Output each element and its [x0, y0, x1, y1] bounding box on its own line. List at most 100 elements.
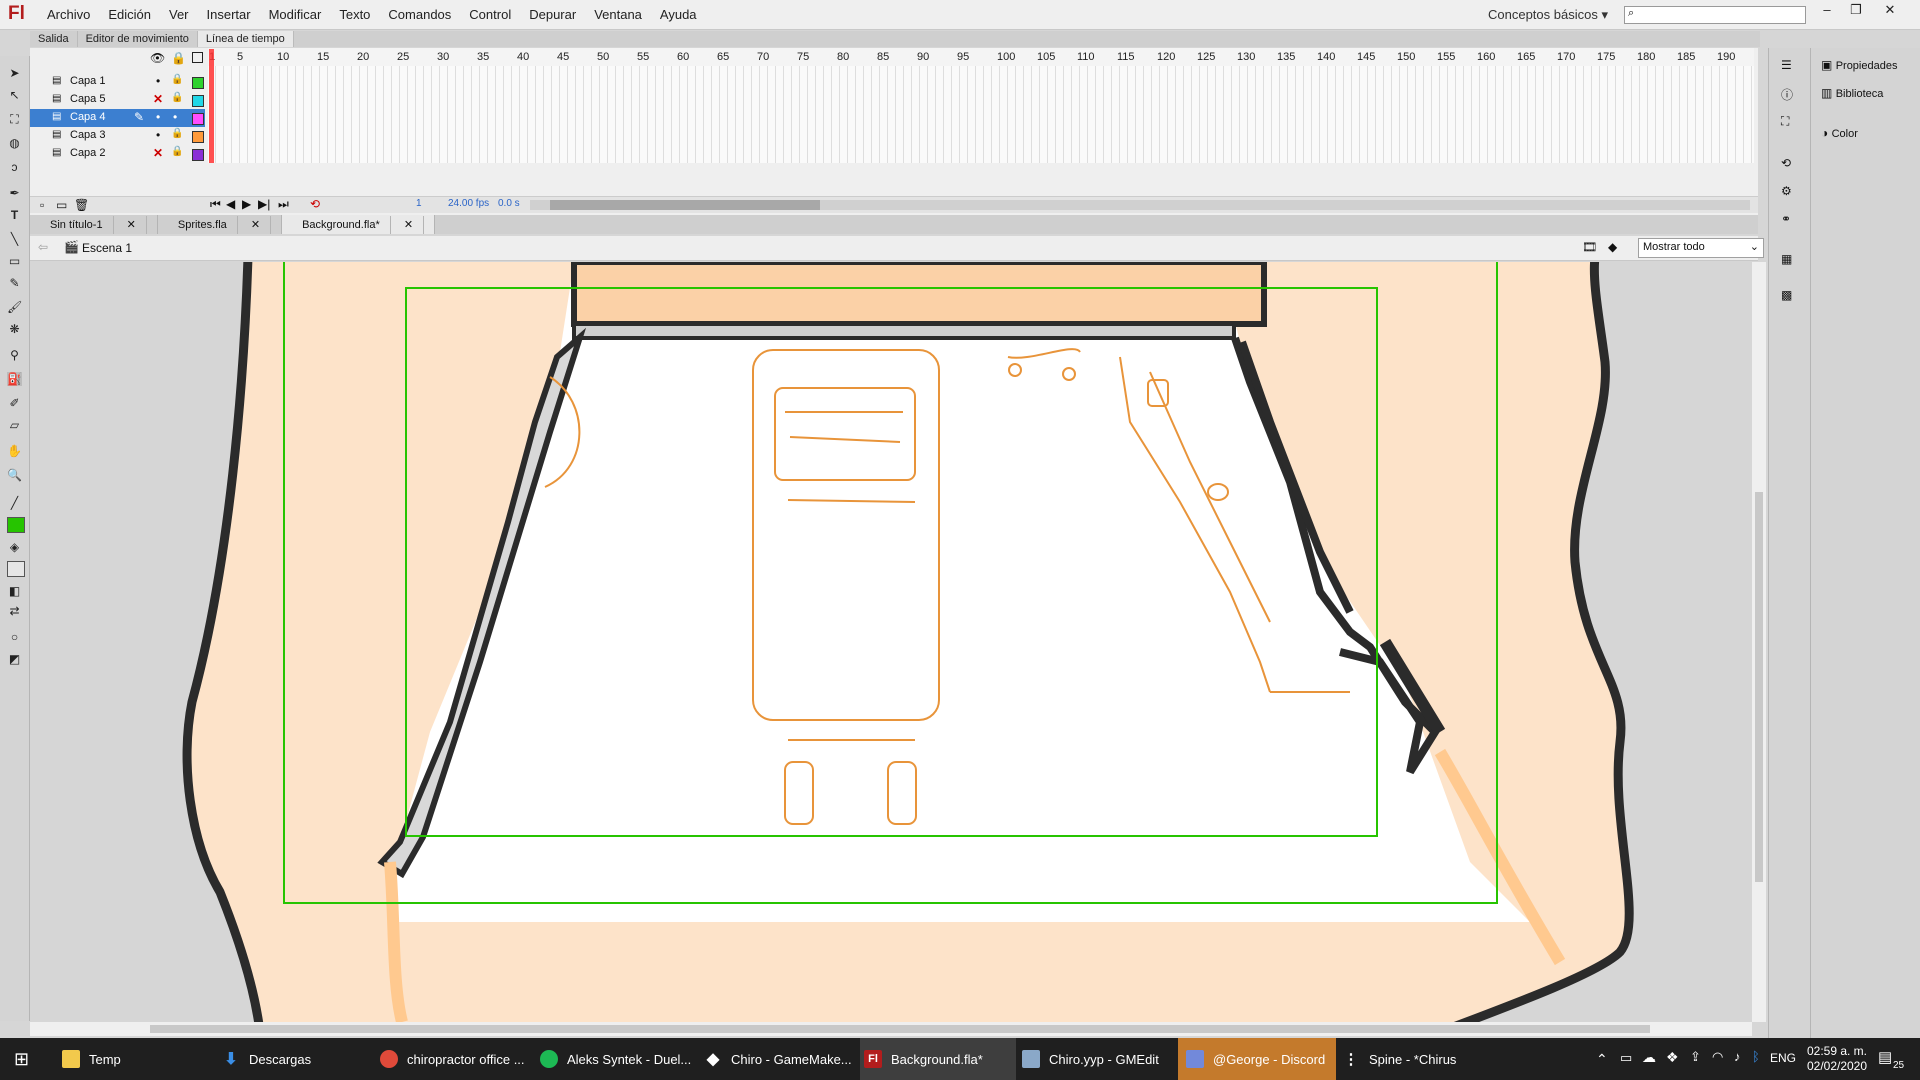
lock-icon[interactable]: 🔒 [171, 92, 183, 103]
text-tool-icon[interactable]: T [7, 208, 22, 222]
menu-ayuda[interactable]: Ayuda [651, 0, 706, 29]
visible-dot-icon[interactable]: • [156, 110, 160, 124]
pencil-tool-icon[interactable]: ✎ [7, 276, 22, 290]
swap-colors-icon[interactable]: ⇄ [7, 604, 22, 618]
rectangle-tool-icon[interactable]: ▭ [7, 254, 22, 268]
lock-icon[interactable]: 🔒 [171, 51, 186, 65]
taskbar-item[interactable]: Chiro.yyp - GMEdit [1022, 1038, 1172, 1080]
lasso-tool-icon[interactable]: ↄ [7, 160, 22, 174]
scroll-thumb[interactable] [1755, 492, 1763, 882]
layer-row[interactable]: ▤ Capa 3 • 🔒 [30, 127, 205, 145]
components-icon[interactable]: ⚙ [1781, 184, 1792, 198]
color-item[interactable]: ◑ Color [1821, 126, 1858, 140]
last-frame-icon[interactable]: ⏭ [278, 197, 289, 212]
taskbar-item[interactable]: ⋮ Spine - *Chirus [1342, 1038, 1492, 1080]
menu-edicion[interactable]: Edición [99, 0, 160, 29]
volume-icon[interactable]: ♪ [1734, 1049, 1741, 1064]
stroke-color-swatch[interactable] [7, 517, 25, 533]
3d-rotation-tool-icon[interactable]: ◍ [7, 136, 22, 150]
layer-color-swatch[interactable] [192, 77, 204, 89]
new-folder-icon[interactable]: ▭ [56, 198, 67, 212]
lock-icon[interactable]: 🔒 [171, 146, 183, 157]
stage-drawing[interactable] [30, 262, 1752, 1022]
edit-scene-icon[interactable]: 🎞 [1582, 240, 1597, 254]
menu-ver[interactable]: Ver [160, 0, 198, 29]
language-indicator[interactable]: ENG [1770, 1051, 1796, 1065]
menu-texto[interactable]: Texto [330, 0, 379, 29]
taskbar-item[interactable]: Aleks Syntek - Duel... [540, 1038, 695, 1080]
frame-ruler[interactable]: 1510152025303540455055606570758085909510… [208, 48, 1754, 66]
line-tool-icon[interactable]: ╲ [7, 232, 22, 246]
tab-editor-movimiento[interactable]: Editor de movimiento [78, 31, 198, 47]
transform-panel-icon[interactable]: ⛶ [1781, 114, 1789, 129]
motion-presets-icon[interactable]: ⚭ [1781, 212, 1791, 226]
menu-control[interactable]: Control [460, 0, 520, 29]
tab-sin-titulo[interactable]: Sin título-1 ✕ [30, 215, 158, 234]
first-frame-icon[interactable]: ⏮ [210, 197, 221, 212]
scroll-thumb[interactable] [550, 200, 820, 210]
fill-color-swatch[interactable] [7, 561, 25, 577]
taskbar-item[interactable]: chiropractor office ... [380, 1038, 530, 1080]
pen-tool-icon[interactable]: ✒ [7, 186, 22, 200]
selection-tool-icon[interactable]: ➤ [7, 66, 22, 80]
edit-symbol-icon[interactable]: ◆ [1608, 240, 1617, 254]
close-button[interactable]: ✕ [1878, 2, 1902, 18]
close-icon[interactable]: ✕ [393, 216, 425, 234]
lock-icon[interactable]: 🔒 [171, 128, 183, 139]
paint-bucket-tool-icon[interactable]: ⛽ [7, 372, 22, 386]
tray-chevron-icon[interactable]: ⌃ [1596, 1051, 1608, 1068]
layer-row[interactable]: ▤ Capa 1 • 🔒 [30, 73, 205, 91]
layer-color-swatch[interactable] [192, 113, 204, 125]
visible-dot-icon[interactable]: • [156, 128, 160, 142]
hidden-x-icon[interactable]: ✕ [153, 146, 163, 160]
lock-icon[interactable]: 🔒 [171, 74, 183, 85]
timeline-hscroll[interactable] [530, 200, 1750, 210]
eraser-tool-icon[interactable]: ▱ [7, 418, 22, 432]
black-white-icon[interactable]: ◧ [7, 584, 22, 598]
transform-tool-icon[interactable]: ⛶ [7, 112, 22, 126]
hand-tool-icon[interactable]: ✋ [7, 444, 22, 458]
play-icon[interactable]: ▶ [242, 197, 251, 211]
eyedropper-tool-icon[interactable]: ✐ [7, 396, 22, 410]
layer-row-selected[interactable]: ▤ Capa 4 ✎ • • [30, 109, 205, 127]
zoom-tool-icon[interactable]: 🔍 [7, 468, 22, 482]
hidden-x-icon[interactable]: ✕ [153, 92, 163, 106]
frame-grid[interactable] [208, 56, 1754, 163]
workspace-selector[interactable]: Conceptos básicos ▾ [1488, 7, 1608, 23]
layer-color-swatch[interactable] [192, 149, 204, 161]
tab-sprites[interactable]: Sprites.fla ✕ [158, 215, 283, 234]
scroll-thumb[interactable] [150, 1025, 1650, 1033]
minimize-button[interactable]: – [1815, 2, 1839, 18]
wifi-icon[interactable]: ◠ [1712, 1049, 1723, 1065]
fill-color-icon[interactable]: ◈ [7, 540, 22, 554]
brush-tool-icon[interactable]: 🖌 [7, 300, 22, 314]
stage-vscroll[interactable] [1752, 262, 1766, 1022]
next-frame-icon[interactable]: ▶| [258, 197, 270, 211]
tab-linea-tiempo[interactable]: Línea de tiempo [197, 31, 294, 47]
search-input[interactable]: ⌕ [1624, 6, 1806, 24]
menu-comandos[interactable]: Comandos [379, 0, 460, 29]
menu-insertar[interactable]: Insertar [198, 0, 260, 29]
onion-icon[interactable]: ⟲ [310, 197, 320, 211]
taskbar-item[interactable]: @George - Discord [1178, 1038, 1336, 1080]
restore-button[interactable]: ❐ [1844, 2, 1868, 18]
new-layer-icon[interactable]: ▫ [40, 198, 44, 212]
history-icon[interactable]: ⟲ [1781, 156, 1791, 170]
dropbox-icon[interactable]: ❖ [1666, 1049, 1679, 1066]
back-arrow-icon[interactable]: ⇦ [38, 240, 48, 254]
info-icon[interactable]: ⓘ [1781, 86, 1793, 103]
align-icon[interactable]: ☰ [1781, 58, 1792, 72]
start-button[interactable]: ⊞ [14, 1038, 44, 1080]
delete-layer-icon[interactable]: 🗑 [74, 198, 89, 212]
layer-color-swatch[interactable] [192, 95, 204, 107]
object-drawing-icon[interactable]: ○ [7, 630, 22, 644]
subselection-tool-icon[interactable]: ↖ [7, 88, 22, 102]
layer-color-swatch[interactable] [192, 131, 204, 143]
prev-frame-icon[interactable]: ◀ [226, 197, 235, 211]
close-icon[interactable]: ✕ [240, 216, 272, 234]
tab-salida[interactable]: Salida [30, 31, 78, 47]
menu-ventana[interactable]: Ventana [585, 0, 651, 29]
usb-icon[interactable]: ⇪ [1690, 1049, 1701, 1065]
bluetooth-icon[interactable]: ᛒ [1752, 1049, 1760, 1064]
taskbar-item-active[interactable]: Fl Background.fla* [860, 1038, 1016, 1080]
